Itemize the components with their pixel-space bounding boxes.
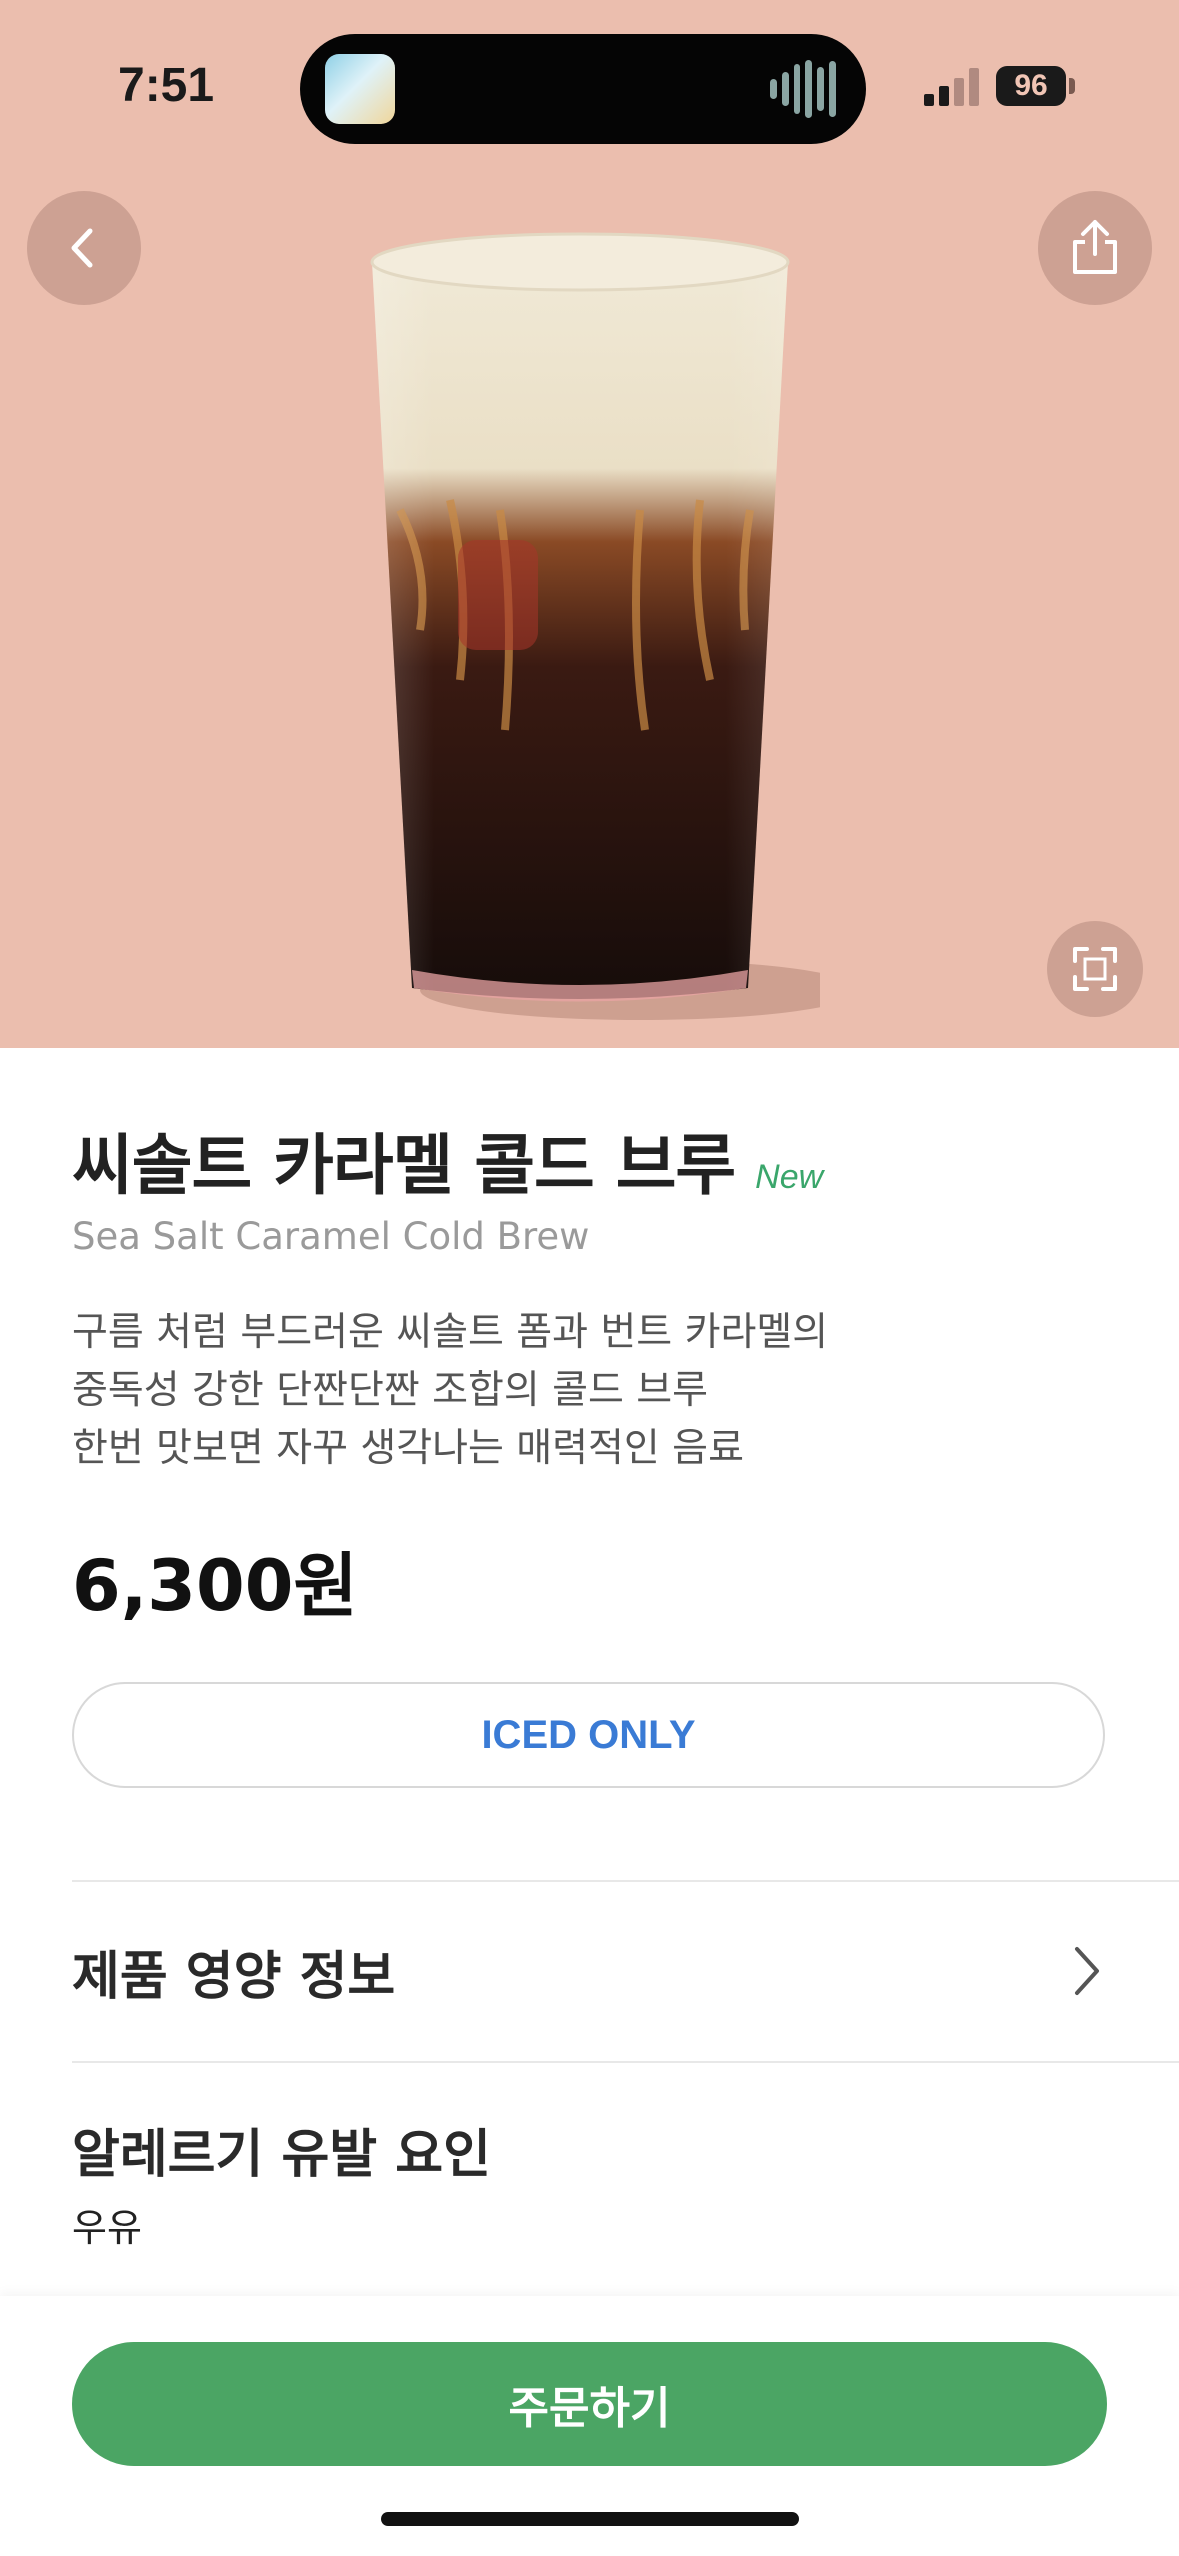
product-title: 씨솔트 카라멜 콜드 브루	[72, 1127, 736, 1204]
temperature-option: ICED ONLY	[72, 1682, 1105, 1788]
product-price: 6,300원	[72, 1545, 358, 1627]
description-line: 한번 맛보면 자꾸 생각나는 매력적인 음료	[72, 1426, 744, 1471]
dynamic-island[interactable]	[300, 34, 866, 144]
back-button[interactable]	[27, 191, 141, 305]
nutrition-info-label: 제품 영양 정보	[72, 1946, 396, 2007]
status-time: 7:51	[118, 59, 215, 112]
signal-icon	[924, 68, 979, 106]
allergy-value: 우유	[72, 2206, 142, 2250]
allergy-label: 알레르기 유발 요인	[72, 2125, 491, 2185]
chevron-right-icon	[1075, 1947, 1099, 1995]
nutrition-info-row[interactable]: 제품 영양 정보	[72, 1881, 1107, 2061]
product-title-row: 씨솔트 카라멜 콜드 브루 New	[72, 1112, 823, 1208]
new-badge: New	[755, 1158, 824, 1196]
chevron-left-icon	[71, 228, 93, 268]
fullscreen-button[interactable]	[1047, 921, 1143, 1017]
share-icon	[1073, 220, 1117, 274]
description-line: 중독성 강한 단짠단짠 조합의 콜드 브루	[72, 1368, 709, 1413]
divider	[72, 2061, 1179, 2063]
drink-image	[370, 232, 820, 1020]
battery-indicator: 96	[996, 66, 1066, 106]
share-button[interactable]	[1038, 191, 1152, 305]
order-button[interactable]: 주문하기	[72, 2342, 1107, 2466]
now-playing-artwork	[325, 54, 395, 124]
home-indicator[interactable]	[381, 2512, 799, 2526]
audio-waveform-icon	[770, 60, 836, 118]
product-english-name: Sea Salt Caramel Cold Brew	[72, 1215, 590, 1258]
product-hero-image	[0, 0, 1179, 1048]
description-line: 구름 처럼 부드러운 씨솔트 폼과 번트 카라멜의	[72, 1310, 829, 1355]
product-description: 구름 처럼 부드러운 씨솔트 폼과 번트 카라멜의 중독성 강한 단짠단짠 조합…	[72, 1304, 1112, 1478]
fullscreen-icon	[1073, 947, 1117, 991]
battery-tip	[1069, 78, 1075, 94]
